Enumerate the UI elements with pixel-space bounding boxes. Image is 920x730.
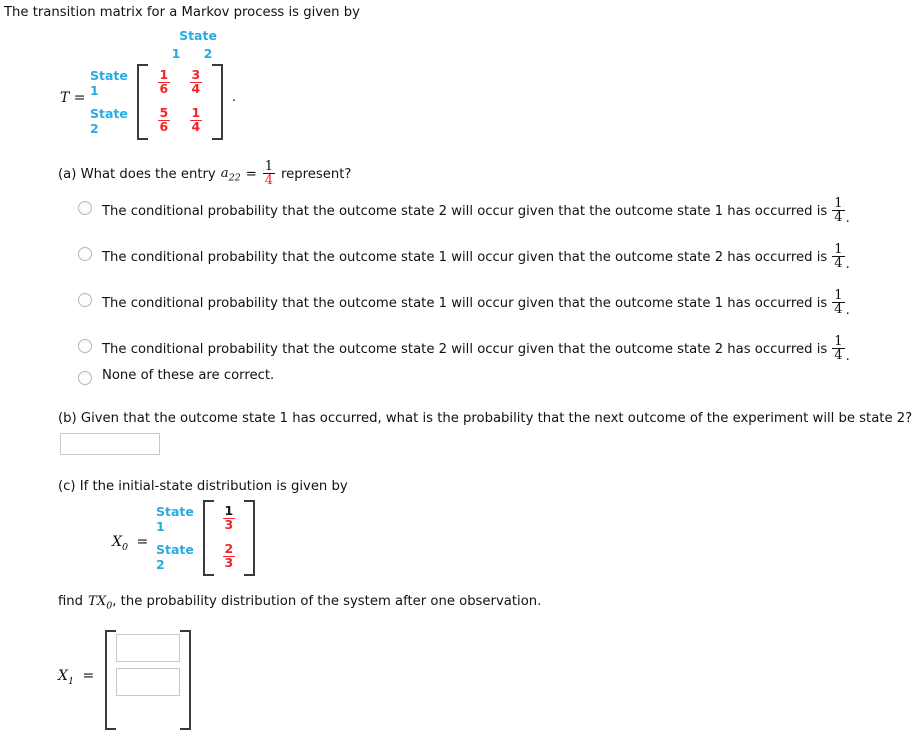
- radio-button-option-2[interactable]: [78, 247, 92, 261]
- matrix-label-T-text: T =: [60, 90, 86, 106]
- matrix-right-bracket: [211, 64, 223, 140]
- option-1-tail: .: [845, 210, 850, 226]
- option-2-tail: .: [845, 256, 850, 272]
- matrix-trailing-period: .: [232, 90, 237, 105]
- x0-cell-2: 2 3: [214, 538, 244, 576]
- part-a-value-fraction: 1 4: [262, 159, 276, 189]
- matrix-left-bracket: [136, 64, 148, 140]
- instruction-symbol: TX0: [88, 594, 113, 612]
- matrix-col-header: State: [179, 28, 217, 43]
- option-2-fraction: 1 4: [832, 242, 845, 272]
- option-3-fraction: 1 4: [832, 288, 845, 318]
- x0-matrix: State 1 State 2 1 3 2 3: [156, 500, 255, 576]
- radio-button-option-1[interactable]: [78, 201, 92, 215]
- option-3-tail: .: [845, 302, 850, 318]
- instruction-prefix: find: [58, 594, 84, 609]
- matrix-cell-a11: 1 6: [148, 64, 180, 102]
- fraction-a21: 5 6: [157, 104, 171, 134]
- x1-label: X1 =: [58, 668, 95, 687]
- x1-right-bracket: [180, 630, 191, 730]
- part-b-question: (b) Given that the outcome state 1 has o…: [58, 411, 913, 426]
- matrix-row-label-1: State 1: [90, 68, 128, 98]
- x0-row: 1 3: [214, 500, 244, 538]
- matrix-cell-a22: 1 4: [180, 102, 212, 140]
- x1-bracket-group: [105, 630, 191, 730]
- x1-answer-input-1[interactable]: [116, 634, 180, 662]
- matrix-cell-a21: 5 6: [148, 102, 180, 140]
- option-2-label: The conditional probability that the out…: [102, 242, 850, 272]
- matrix-col-label-2: 2: [203, 46, 213, 61]
- option-3-label: The conditional probability that the out…: [102, 288, 850, 318]
- x0-row-label-2: State 2: [156, 542, 194, 572]
- x0-body: 1 3 2 3: [214, 500, 244, 576]
- part-a-suffix: represent?: [281, 167, 352, 183]
- option-row[interactable]: The conditional probability that the out…: [78, 334, 850, 364]
- x0-row: 2 3: [214, 538, 244, 576]
- markov-question-page: { "colors": { "blue": "#29abe2", "red": …: [0, 0, 920, 730]
- matrix-row-label-2: State 2: [90, 106, 128, 136]
- matrix-row-labels: State 1 State 2: [90, 64, 128, 140]
- x0-row-labels: State 1 State 2: [156, 500, 194, 576]
- x0-cell-1: 1 3: [214, 500, 244, 538]
- instruction-suffix: , the probability distribution of the sy…: [112, 594, 542, 609]
- matrix-row: 5 6 1 4: [148, 102, 212, 140]
- radio-button-option-5[interactable]: [78, 371, 92, 385]
- fraction-x0-1: 1 3: [222, 502, 236, 532]
- option-row[interactable]: The conditional probability that the out…: [78, 242, 850, 272]
- fraction-a12: 3 4: [189, 66, 203, 96]
- part-b-answer-input[interactable]: [60, 433, 160, 455]
- x0-right-bracket: [243, 500, 255, 576]
- option-4-tail: .: [845, 348, 850, 364]
- matrix-col-label-1: 1: [171, 46, 181, 61]
- fraction-a22: 1 4: [189, 104, 203, 134]
- x1-left-bracket: [105, 630, 116, 730]
- option-1-label: The conditional probability that the out…: [102, 196, 850, 226]
- matrix-bracket-group: 1 6 3 4 5 6 1 4: [136, 64, 223, 140]
- part-a-question: (a) What does the entry a22 = 1 4 repres…: [58, 159, 352, 189]
- x0-row-label-1: State 1: [156, 504, 194, 534]
- matrix-body: 1 6 3 4 5 6 1 4: [148, 64, 212, 140]
- x1-body: [116, 630, 180, 730]
- option-row[interactable]: The conditional probability that the out…: [78, 196, 850, 226]
- transition-matrix: State 1 State 2 1 6 3 4 5 6 1 4: [90, 64, 223, 140]
- option-4-fraction: 1 4: [832, 334, 845, 364]
- radio-button-option-4[interactable]: [78, 339, 92, 353]
- option-row[interactable]: None of these are correct.: [78, 368, 274, 385]
- matrix-row: 1 6 3 4: [148, 64, 212, 102]
- x0-left-bracket: [202, 500, 214, 576]
- option-row[interactable]: The conditional probability that the out…: [78, 288, 850, 318]
- radio-button-option-3[interactable]: [78, 293, 92, 307]
- part-a-equals: =: [245, 167, 257, 183]
- fraction-x0-2: 2 3: [222, 540, 236, 570]
- fraction-a11: 1 6: [157, 66, 171, 96]
- part-c-question: (c) If the initial-state distribution is…: [58, 479, 348, 494]
- x0-bracket-group: 1 3 2 3: [202, 500, 255, 576]
- part-a-entry-symbol: a22: [220, 165, 241, 184]
- part-c-instruction: find TX0 , the probability distribution …: [58, 594, 541, 612]
- part-a-prefix: (a) What does the entry: [58, 167, 216, 183]
- x0-label: X0 =: [112, 534, 149, 553]
- option-1-fraction: 1 4: [832, 196, 845, 226]
- matrix-cell-a12: 3 4: [180, 64, 212, 102]
- matrix-label-T: T =: [60, 90, 86, 106]
- page-intro-text: The transition matrix for a Markov proce…: [4, 5, 360, 20]
- option-5-label: None of these are correct.: [102, 368, 275, 383]
- option-4-label: The conditional probability that the out…: [102, 334, 850, 364]
